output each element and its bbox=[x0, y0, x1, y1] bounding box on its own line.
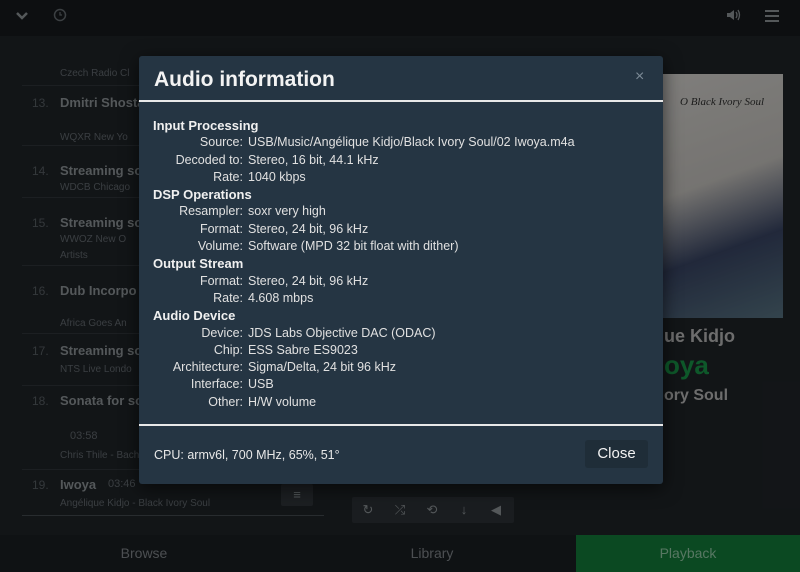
info-value: JDS Labs Objective DAC (ODAC) bbox=[248, 325, 436, 340]
dialog-title: Audio information bbox=[154, 68, 335, 91]
info-row: Volume: Software (MPD 32 bit float with d… bbox=[153, 238, 653, 255]
info-value: Stereo, 16 bit, 44.1 kHz bbox=[248, 152, 379, 167]
info-value: Stereo, 24 bit, 96 kHz bbox=[248, 273, 369, 288]
info-key: Resampler: bbox=[179, 204, 243, 219]
audio-info-list: Input Processing Source: USB/Music/Angéli… bbox=[153, 117, 653, 411]
close-button[interactable]: Close bbox=[585, 440, 648, 468]
close-icon[interactable]: × bbox=[635, 68, 644, 86]
info-value: H/W volume bbox=[248, 394, 317, 409]
info-key: Decoded to: bbox=[175, 152, 243, 167]
info-row: Rate: 1040 kbps bbox=[153, 169, 653, 186]
info-value: ESS Sabre ES9023 bbox=[248, 342, 358, 357]
dialog-footer: CPU: armv6l, 700 MHz, 65%, 51° Close bbox=[139, 424, 663, 484]
dialog-header: Audio information × bbox=[139, 56, 663, 102]
info-row: Rate: 4.608 mbps bbox=[153, 290, 653, 307]
cpu-status: CPU: armv6l, 700 MHz, 65%, 51° bbox=[154, 448, 340, 462]
info-key: Source: bbox=[199, 135, 243, 150]
info-value: USB bbox=[248, 377, 274, 392]
info-key: Rate: bbox=[213, 290, 243, 305]
info-key: Architecture: bbox=[172, 360, 243, 375]
info-row: Decoded to: Stereo, 16 bit, 44.1 kHz bbox=[153, 152, 653, 169]
info-row: Architecture: Sigma/Delta, 24 bit 96 kHz bbox=[153, 359, 653, 376]
audio-info-dialog: Audio information × Input Processing Sou… bbox=[139, 56, 663, 484]
info-key: Device: bbox=[201, 325, 243, 340]
info-value: USB/Music/Angélique Kidjo/Black Ivory So… bbox=[248, 135, 575, 150]
section-heading: Audio Device bbox=[153, 308, 236, 324]
info-row: Other: H/W volume bbox=[153, 394, 653, 411]
info-key: Volume: bbox=[197, 239, 243, 254]
info-row: Device: JDS Labs Objective DAC (ODAC) bbox=[153, 325, 653, 342]
info-value: soxr very high bbox=[248, 204, 326, 219]
info-key: Format: bbox=[199, 221, 243, 236]
info-row: Resampler: soxr very high bbox=[153, 203, 653, 220]
info-key: Chip: bbox=[213, 342, 243, 357]
info-row: Interface: USB bbox=[153, 376, 653, 393]
info-value: Stereo, 24 bit, 96 kHz bbox=[248, 221, 369, 236]
info-row: Chip: ESS Sabre ES9023 bbox=[153, 342, 653, 359]
info-value: 1040 kbps bbox=[248, 169, 306, 184]
info-key: Format: bbox=[199, 273, 243, 288]
info-key: Interface: bbox=[190, 377, 243, 392]
section-heading: DSP Operations bbox=[153, 187, 252, 203]
section-heading: Input Processing bbox=[153, 118, 259, 133]
info-key: Rate: bbox=[213, 169, 243, 184]
info-row: Format: Stereo, 24 bit, 96 kHz bbox=[153, 221, 653, 238]
section-heading: Output Stream bbox=[153, 256, 244, 272]
info-key: Other: bbox=[208, 394, 243, 409]
info-row: Source: USB/Music/Angélique Kidjo/Black I… bbox=[153, 134, 653, 151]
info-value: Sigma/Delta, 24 bit 96 kHz bbox=[248, 360, 396, 375]
info-value: 4.608 mbps bbox=[248, 290, 314, 305]
info-row: Format: Stereo, 24 bit, 96 kHz bbox=[153, 273, 653, 290]
info-value: Software (MPD 32 bit float with dither) bbox=[248, 239, 459, 254]
